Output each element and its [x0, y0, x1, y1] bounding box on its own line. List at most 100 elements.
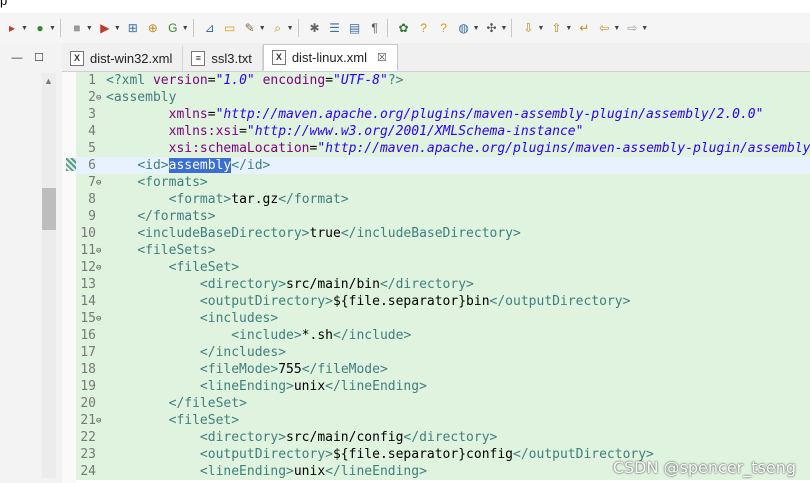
external-tools-button[interactable]: ▶ ▼: [97, 17, 121, 39]
dropdown-arrow-icon[interactable]: ▼: [114, 25, 121, 32]
help-contents-button[interactable]: ?: [436, 17, 452, 39]
code-token: ${file.separator}config: [332, 447, 513, 462]
code-line[interactable]: 20 </fileSet>: [76, 395, 810, 412]
code-line[interactable]: 3 xmlns="http://maven.apache.org/plugins…: [76, 106, 810, 123]
code-line[interactable]: 9 </formats>: [76, 208, 810, 225]
code-token: <lineEnding>: [199, 464, 294, 479]
fold-toggle-icon[interactable]: ⊖: [96, 263, 105, 273]
code-token: <includeBaseDirectory>: [137, 226, 310, 241]
code-line[interactable]: 4 xmlns:xsi="http://www.w3.org/2001/XMLS…: [76, 123, 810, 140]
code-line[interactable]: 6 <id>assembly</id>: [76, 157, 810, 174]
code-token: <directory>: [199, 277, 287, 292]
tab-dist-win32-xml[interactable]: Xdist-win32.xml: [62, 46, 184, 71]
tab-label: ssl3.txt: [211, 51, 252, 66]
web-browser-button[interactable]: ◍ ▼: [456, 17, 480, 39]
run-button[interactable]: ● ▼: [32, 17, 56, 39]
code-line[interactable]: 14 <outputDirectory>${file.separator}bin…: [76, 293, 810, 310]
block-selection-button[interactable]: ▤: [347, 17, 363, 39]
fold-toggle-icon[interactable]: ⊖: [96, 314, 105, 324]
stop-icon: ■: [73, 21, 81, 35]
code-token: <include>: [231, 328, 302, 343]
show-whitespace-button[interactable]: ¶: [367, 17, 383, 39]
dropdown-arrow-icon[interactable]: ▼: [287, 25, 294, 32]
search-button[interactable]: ⌕ ▼: [270, 17, 294, 39]
left-panel-scrollbar[interactable]: ▲: [42, 73, 56, 478]
code-text: <includes>: [105, 311, 278, 326]
code-line[interactable]: 2 ⊖ <assembly: [76, 89, 810, 106]
code-line[interactable]: 16 <include>*.sh</include>: [76, 327, 810, 344]
stop-button[interactable]: ■ ▼: [69, 17, 93, 39]
toggle-mark-button[interactable]: ☰: [327, 17, 343, 39]
new-class-button[interactable]: G ▼: [165, 17, 189, 39]
code-line[interactable]: 21 ⊖ <fileSet>: [76, 412, 810, 429]
open-type-button[interactable]: ⊿: [202, 17, 218, 39]
main-toolbar: ▸ ▼ ● ▼ ■ ▼ ▶ ▼ ⊞ ⊕ G ▼ ⊿ ▭ ✎ ▼ ⌕ ▼ ✱ ☰ ▤ ¶ ✿?? ◍ ▼ ✣ ▼ ⇩ ▼ ⇧ ▼ ↵ ⇦ ▼ ⇨ ▼: [0, 13, 810, 43]
tab-label: dist-linux.xml: [291, 50, 367, 65]
tab-dist-linux-xml[interactable]: Xdist-linux.xml ☒: [262, 44, 398, 71]
help-button[interactable]: ?: [416, 17, 432, 39]
maximize-icon[interactable]: ☐: [32, 51, 46, 65]
xml-editor[interactable]: 1 <?xml version="1.0" encoding="UTF-8"?> 2…: [62, 72, 810, 483]
dropdown-arrow-icon[interactable]: ▼: [259, 25, 266, 32]
menu-bar-fragment[interactable]: p: [0, 0, 7, 8]
last-edit-location-button[interactable]: ↵: [576, 17, 592, 39]
code-line[interactable]: 12 ⊖ <fileSet>: [76, 259, 810, 276]
code-line[interactable]: 5 xsi:schemaLocation="http://maven.apach…: [76, 140, 810, 157]
code-token: <?: [106, 73, 122, 88]
fold-toggle-icon[interactable]: ⊖: [96, 416, 105, 426]
line-number: 24: [80, 464, 96, 479]
toggle-mark-icon: ☰: [329, 21, 340, 35]
tab-ssl3-txt[interactable]: ≡ ssl3.txt: [183, 46, 263, 71]
code-line[interactable]: 18 <fileMode>755</fileMode>: [76, 361, 810, 378]
line-number: 20: [80, 396, 96, 411]
code-token: xsi:schemaLocation: [168, 141, 310, 156]
dropdown-arrow-icon[interactable]: ▼: [501, 25, 508, 32]
code-line[interactable]: 11 ⊖ <fileSets>: [76, 242, 810, 259]
open-folder-button[interactable]: ▭: [222, 17, 238, 39]
code-line[interactable]: 7 ⊖ <formats>: [76, 174, 810, 191]
code-token: </lineEnding>: [325, 464, 427, 479]
fold-toggle-icon[interactable]: ⊖: [96, 246, 105, 256]
watermark: CSDN @spencer_tseng: [612, 458, 796, 477]
skip-all-breakpoints-button[interactable]: ▸ ▼: [4, 17, 28, 39]
dropdown-arrow-icon[interactable]: ▼: [21, 25, 28, 32]
code-line[interactable]: 17 </includes>: [76, 344, 810, 361]
code-line[interactable]: 13 <directory>src/main/bin</directory>: [76, 276, 810, 293]
new-package-button[interactable]: ⊕: [145, 17, 161, 39]
dropdown-arrow-icon[interactable]: ▼: [182, 25, 189, 32]
scrollbar-thumb[interactable]: [42, 188, 56, 230]
forward-button[interactable]: ⇨ ▼: [624, 17, 648, 39]
code-line[interactable]: 19 <lineEnding>unix</lineEnding>: [76, 378, 810, 395]
fold-toggle-icon[interactable]: ⊖: [96, 178, 105, 188]
previous-annotation-button[interactable]: ⇧ ▼: [548, 17, 572, 39]
code-text: <includeBaseDirectory>true</includeBaseD…: [105, 226, 521, 241]
dropdown-arrow-icon[interactable]: ▼: [537, 25, 544, 32]
next-annotation-button[interactable]: ⇩ ▼: [520, 17, 544, 39]
dropdown-arrow-icon[interactable]: ▼: [641, 25, 648, 32]
code-line[interactable]: 1 <?xml version="1.0" encoding="UTF-8"?>: [76, 72, 810, 89]
dropdown-arrow-icon[interactable]: ▼: [49, 25, 56, 32]
open-task-button[interactable]: ✎ ▼: [242, 17, 266, 39]
back-button[interactable]: ⇦ ▼: [596, 17, 620, 39]
dropdown-arrow-icon[interactable]: ▼: [613, 25, 620, 32]
code-text: <fileSet>: [105, 413, 239, 428]
code-line[interactable]: 8 <format>tar.gz</format>: [76, 191, 810, 208]
debug-tools-button[interactable]: ✣ ▼: [484, 17, 508, 39]
open-type-icon: ⊿: [204, 21, 215, 35]
dropdown-arrow-icon[interactable]: ▼: [565, 25, 572, 32]
fold-toggle-icon[interactable]: ⊖: [96, 93, 105, 103]
annotation-button[interactable]: ✱: [307, 17, 323, 39]
gear-tool-button[interactable]: ✿: [396, 17, 412, 39]
code-line[interactable]: 15 ⊖ <includes>: [76, 310, 810, 327]
new-java-project-button[interactable]: ⊞: [125, 17, 141, 39]
dropdown-arrow-icon[interactable]: ▼: [86, 25, 93, 32]
scroll-up-icon[interactable]: ▲: [44, 76, 53, 86]
dropdown-arrow-icon[interactable]: ▼: [473, 25, 480, 32]
minimize-icon[interactable]: —: [10, 51, 24, 65]
code-text: <include>*.sh</include>: [105, 328, 411, 343]
code-line[interactable]: 22 <directory>src/main/config</directory…: [76, 429, 810, 446]
code-token: <assembly: [106, 90, 177, 105]
close-icon[interactable]: ☒: [377, 51, 387, 64]
code-line[interactable]: 10 <includeBaseDirectory>true</includeBa…: [76, 225, 810, 242]
